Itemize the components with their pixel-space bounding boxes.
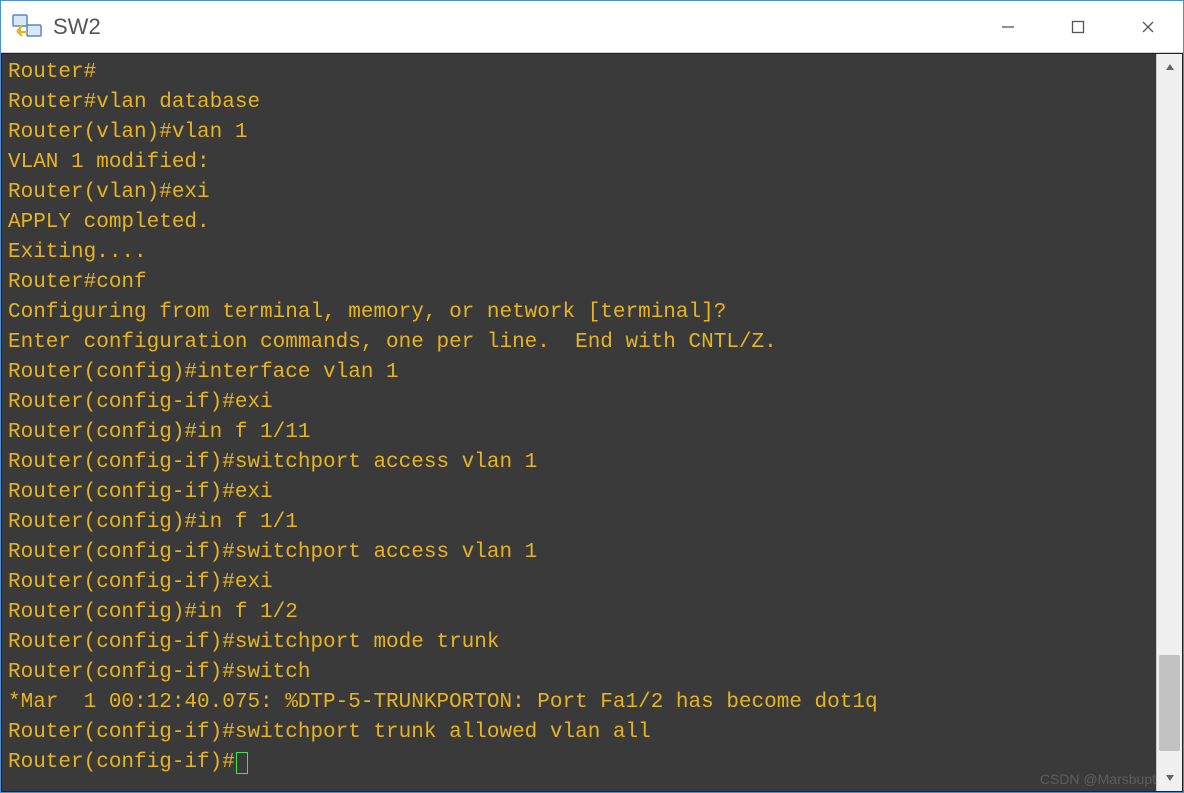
terminal-cursor [236,752,248,774]
minimize-button[interactable] [973,1,1043,52]
terminal-line: Router(config-if)#switch [8,658,1150,688]
terminal-line: Router(config-if)#switchport access vlan… [8,538,1150,568]
terminal-line: APPLY completed. [8,208,1150,238]
terminal-line: *Mar 1 00:12:40.075: %DTP-5-TRUNKPORTON:… [8,688,1150,718]
terminal-line: Router#vlan database [8,88,1150,118]
terminal-line: Router(config)#in f 1/2 [8,598,1150,628]
terminal-line: Router(config-if)#exi [8,478,1150,508]
vertical-scrollbar[interactable] [1156,54,1182,791]
terminal-line: Router(config-if)#switchport mode trunk [8,628,1150,658]
terminal-line: Router(config)#in f 1/11 [8,418,1150,448]
scroll-up-button[interactable] [1157,54,1182,80]
terminal-line: Router# [8,58,1150,88]
putty-icon [11,11,43,43]
scrollbar-track[interactable] [1157,80,1182,765]
terminal-line: VLAN 1 modified: [8,148,1150,178]
terminal-line: Router#conf [8,268,1150,298]
terminal-container: Router#Router#vlan databaseRouter(vlan)#… [1,53,1183,792]
terminal-line: Router(config-if)#switchport access vlan… [8,448,1150,478]
terminal-line: Router(config-if)#switchport trunk allow… [8,718,1150,748]
terminal-line: Configuring from terminal, memory, or ne… [8,298,1150,328]
terminal-line: Router(vlan)#vlan 1 [8,118,1150,148]
terminal-line: Exiting.... [8,238,1150,268]
titlebar[interactable]: SW2 [1,1,1183,53]
terminal-line: Enter configuration commands, one per li… [8,328,1150,358]
terminal[interactable]: Router#Router#vlan databaseRouter(vlan)#… [2,54,1156,791]
close-button[interactable] [1113,1,1183,52]
app-window: SW2 Router#Router#vlan databaseRouter(vl… [0,0,1184,793]
terminal-line: Router(config-if)#exi [8,568,1150,598]
scroll-down-button[interactable] [1157,765,1182,791]
window-title: SW2 [53,14,101,40]
terminal-line: Router(vlan)#exi [8,178,1150,208]
terminal-line: Router(config-if)# [8,748,1150,778]
scrollbar-thumb[interactable] [1159,655,1180,751]
terminal-line: Router(config-if)#exi [8,388,1150,418]
window-controls [973,1,1183,52]
terminal-line: Router(config)#interface vlan 1 [8,358,1150,388]
terminal-line: Router(config)#in f 1/1 [8,508,1150,538]
maximize-button[interactable] [1043,1,1113,52]
